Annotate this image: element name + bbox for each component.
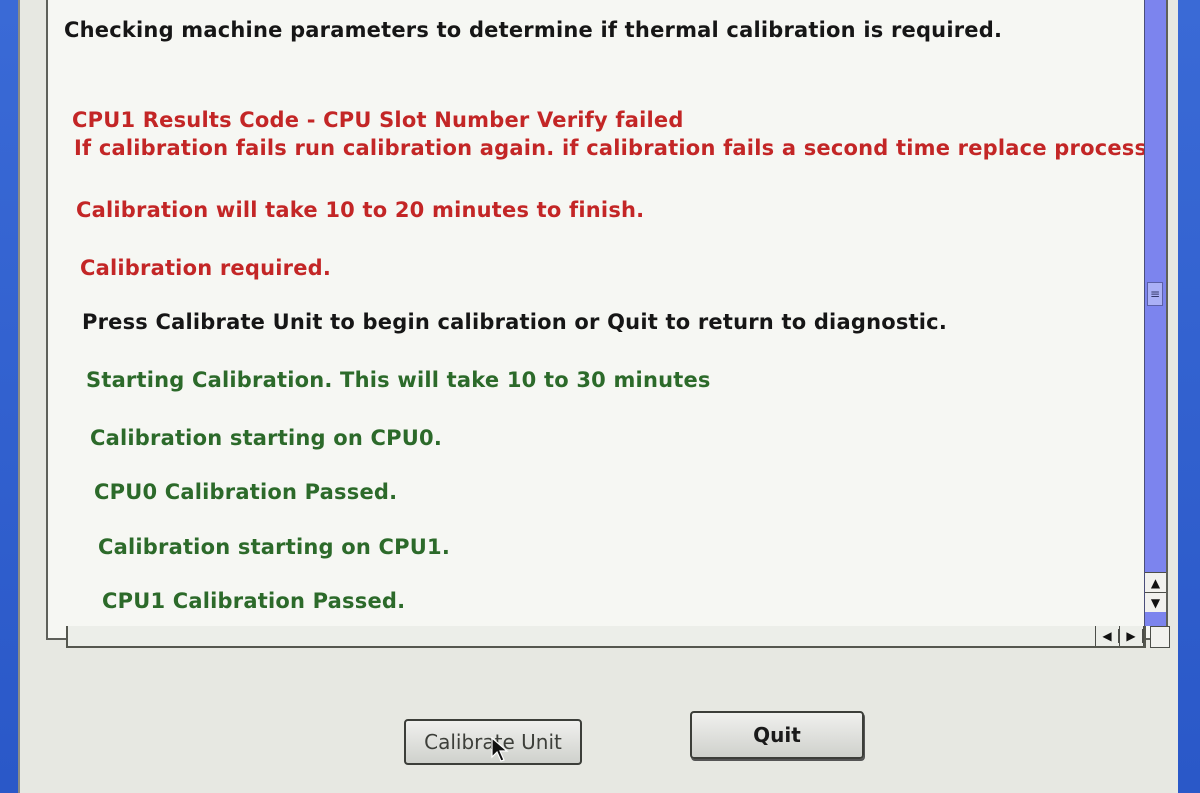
log-line: Calibration starting on CPU1. xyxy=(98,535,450,559)
log-content: Checking machine parameters to determine… xyxy=(48,0,1148,630)
log-line: Checking machine parameters to determine… xyxy=(64,18,1003,42)
vertical-scrollbar[interactable]: ≡ ▲ ▼ xyxy=(1144,0,1166,626)
arrow-down-icon: ▼ xyxy=(1150,595,1161,610)
quit-button[interactable]: Quit xyxy=(690,711,864,759)
arrow-left-icon: ◀ xyxy=(1096,629,1119,643)
log-line: If calibration fails run calibration aga… xyxy=(74,136,1148,160)
log-line: Calibration starting on CPU0. xyxy=(90,426,442,450)
mouse-pointer-icon xyxy=(491,737,509,762)
scroll-left-button[interactable]: ◀ xyxy=(1096,626,1120,646)
scrollbar-corner xyxy=(1150,626,1170,648)
scroll-thumb[interactable]: ≡ xyxy=(1147,282,1163,306)
scroll-right-button[interactable]: ▶ xyxy=(1120,626,1144,646)
grip-icon: ≡ xyxy=(1149,287,1161,301)
arrow-up-icon: ▲ xyxy=(1150,575,1161,590)
log-line: Press Calibrate Unit to begin calibratio… xyxy=(82,310,948,334)
log-line: Calibration will take 10 to 20 minutes t… xyxy=(76,198,645,222)
arrow-right-icon: ▶ xyxy=(1120,629,1143,643)
scroll-down-button[interactable]: ▼ xyxy=(1145,592,1166,612)
log-panel: Checking machine parameters to determine… xyxy=(46,0,1168,640)
calibration-window: Checking machine parameters to determine… xyxy=(18,0,1178,793)
horizontal-scrollbar[interactable]: ◀ ▶ xyxy=(66,626,1146,648)
log-line: CPU1 Calibration Passed. xyxy=(102,589,406,613)
scroll-up-button[interactable]: ▲ xyxy=(1145,572,1166,592)
desktop-background: Checking machine parameters to determine… xyxy=(0,0,1200,793)
log-line: Starting Calibration. This will take 10 … xyxy=(86,368,711,392)
log-line: CPU1 Results Code - CPU Slot Number Veri… xyxy=(72,108,684,132)
log-line: CPU0 Calibration Passed. xyxy=(94,480,398,504)
horizontal-scroll-arrows: ◀ ▶ xyxy=(1095,626,1144,646)
log-line: Calibration required. xyxy=(80,256,332,280)
